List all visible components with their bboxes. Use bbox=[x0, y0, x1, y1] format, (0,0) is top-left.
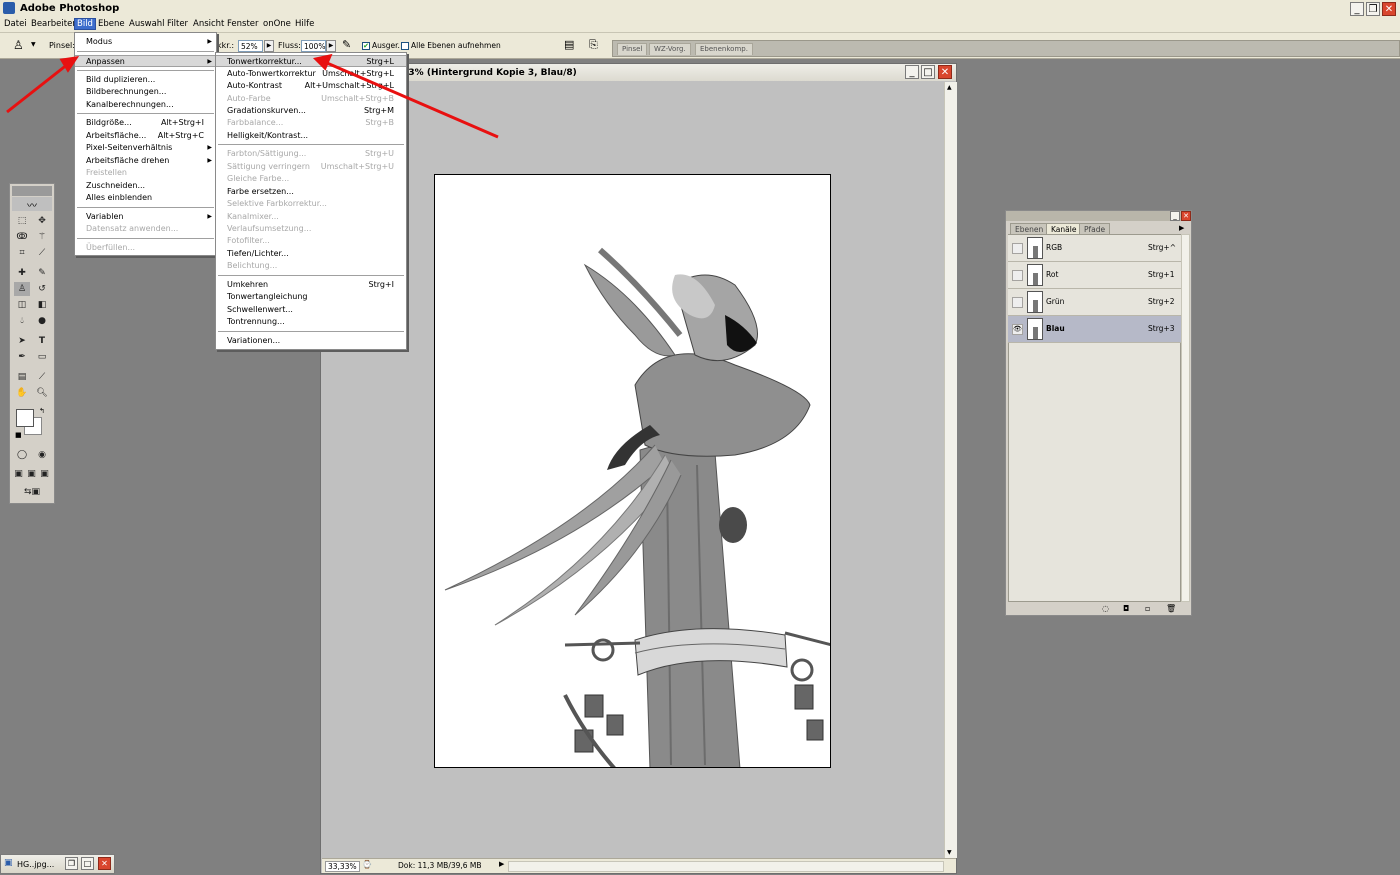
channel-thumbnail bbox=[1027, 318, 1043, 340]
channel-thumbnail bbox=[1027, 264, 1043, 286]
panel-scrollbar[interactable] bbox=[1181, 234, 1190, 602]
channel-thumbnail bbox=[1027, 237, 1043, 259]
new-channel-icon[interactable]: ▫ bbox=[1145, 604, 1150, 613]
panel-close-button[interactable]: ✕ bbox=[1181, 211, 1191, 221]
channel-shortcut: Strg+2 bbox=[1148, 297, 1175, 306]
mini-maximize-button[interactable]: □ bbox=[81, 857, 94, 870]
channel-name: Grün bbox=[1046, 297, 1065, 306]
photoshop-doc-icon: ▣ bbox=[4, 858, 13, 868]
mini-restore-button[interactable]: ❐ bbox=[65, 857, 78, 870]
minimized-document-window[interactable]: ▣ HG..jpg... ❐ □ ✕ bbox=[0, 854, 115, 874]
channel-name: RGB bbox=[1046, 243, 1063, 252]
channel-row-gruen[interactable]: Grün Strg+2 bbox=[1008, 289, 1181, 316]
minimized-window-title: HG..jpg... bbox=[17, 860, 55, 869]
channel-thumbnail bbox=[1027, 291, 1043, 313]
channel-row-rot[interactable]: Rot Strg+1 bbox=[1008, 262, 1181, 289]
panel-menu-icon[interactable]: ▶ bbox=[1179, 224, 1184, 232]
channel-shortcut: Strg+3 bbox=[1148, 324, 1175, 333]
panel-header[interactable] bbox=[1006, 211, 1191, 221]
channel-shortcut: Strg+1 bbox=[1148, 270, 1175, 279]
eye-icon[interactable]: 👁︎ bbox=[1012, 324, 1023, 335]
save-selection-icon[interactable]: ◘ bbox=[1123, 604, 1129, 613]
channel-row-rgb[interactable]: RGB Strg+^ bbox=[1008, 235, 1181, 262]
channel-row-blau[interactable]: 👁︎ Blau Strg+3 bbox=[1008, 316, 1181, 343]
channel-name: Rot bbox=[1046, 270, 1059, 279]
annotation-arrow-right bbox=[326, 61, 499, 139]
mini-close-button[interactable]: ✕ bbox=[98, 857, 111, 870]
channel-shortcut: Strg+^ bbox=[1148, 243, 1176, 252]
panel-minimize-button[interactable]: _ bbox=[1170, 211, 1180, 221]
load-selection-icon[interactable]: ◌ bbox=[1102, 604, 1109, 613]
channel-name: Blau bbox=[1046, 324, 1065, 333]
channels-panel: _ ✕ Ebenen Kanäle Pfade ▶ RGB Strg+^ Rot… bbox=[1005, 210, 1192, 616]
annotation-arrow-left bbox=[6, 62, 69, 114]
visibility-toggle[interactable] bbox=[1012, 297, 1023, 308]
annotation-arrow-right-head bbox=[312, 53, 333, 71]
trash-icon[interactable]: 🗑︎ bbox=[1166, 604, 1176, 613]
visibility-toggle[interactable] bbox=[1012, 270, 1023, 281]
visibility-toggle[interactable] bbox=[1012, 243, 1023, 254]
